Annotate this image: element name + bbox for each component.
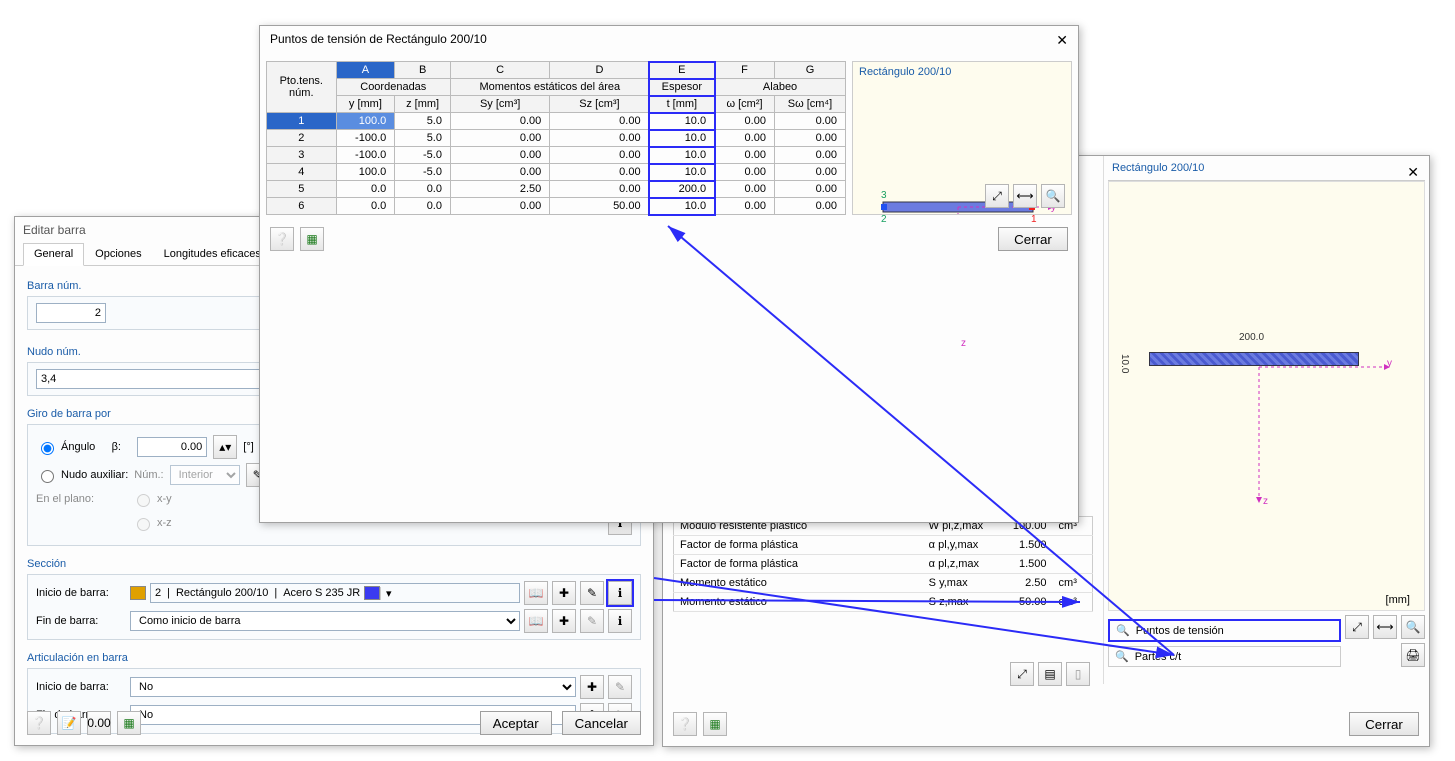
prop-row[interactable]: Momento estáticoS y,max2.50cm³	[674, 574, 1093, 593]
seccion-mat-color-icon	[364, 586, 380, 600]
beta-stepper[interactable]: ▴▾	[213, 435, 237, 459]
excel-icon[interactable]: ▦	[117, 711, 141, 735]
partes-ct-button[interactable]: 🔍 Partes c/t	[1108, 646, 1341, 667]
radio-xy: x-y	[132, 491, 172, 507]
cancelar-button[interactable]: Cancelar	[562, 711, 641, 735]
mm-label: [mm]	[1386, 594, 1410, 606]
help-icon-3[interactable]: ❔	[270, 227, 294, 251]
axes-icon[interactable]: ⤢	[1345, 615, 1369, 639]
prop-table: Módulo resistente plásticoW pl,z,max100.…	[673, 516, 1093, 612]
fin-barra-label: Fin de barra:	[36, 615, 126, 627]
grid-row[interactable]: 6 0.0 0.0 0.00 50.00 10.0 0.00 0.00	[267, 198, 846, 215]
artic-inicio-label: Inicio de barra:	[36, 681, 126, 693]
interior-select: Interior	[170, 465, 240, 485]
beta-input[interactable]	[137, 437, 207, 457]
artic-inicio-select[interactable]: No	[130, 677, 576, 697]
puntos-tension-dialog: Puntos de tensión de Rectángulo 200/10 ✕…	[259, 25, 1079, 523]
barra-num-input[interactable]	[36, 303, 106, 323]
artic-new-icon[interactable]: ✚	[580, 675, 604, 699]
new-section-icon[interactable]: ✚	[552, 581, 576, 605]
lib-icon[interactable]: 📖	[524, 581, 548, 605]
units-icon[interactable]: 0.00	[87, 711, 111, 735]
dim-icon-3[interactable]: ⟷	[1013, 184, 1037, 208]
radio-nudo-aux[interactable]: Nudo auxiliar:	[36, 467, 128, 483]
prop-row[interactable]: Factor de forma plásticaα pl,y,max1.500	[674, 536, 1093, 555]
zoom-icon[interactable]: 🔍	[1401, 615, 1425, 639]
tab-opciones[interactable]: Opciones	[84, 243, 152, 265]
grid-row[interactable]: 2 -100.0 5.0 0.00 0.00 10.0 0.00 0.00	[267, 130, 846, 147]
help-icon-2[interactable]: ❔	[673, 712, 697, 736]
edit-section-icon-2: ✎	[580, 609, 604, 633]
tab-general[interactable]: General	[23, 243, 84, 266]
chevron-down-icon[interactable]: ▾	[380, 587, 396, 600]
preview-title: Rectángulo 200/10	[1108, 156, 1425, 181]
radio-xz: x-z	[132, 515, 172, 531]
prop-row[interactable]: Factor de forma plásticaα pl,z,max1.500	[674, 555, 1093, 574]
puntos-tension-button[interactable]: 🔍 Puntos de tensión	[1108, 619, 1341, 642]
new-section-icon-2[interactable]: ✚	[552, 609, 576, 633]
radio-angulo[interactable]: Ángulo	[36, 439, 95, 455]
print-icon[interactable]: 🖨	[1401, 643, 1425, 667]
artic-title: Articulación en barra	[27, 648, 641, 668]
excel-icon-2[interactable]: ▦	[703, 712, 727, 736]
close-icon[interactable]: ✕	[1056, 32, 1068, 49]
plano-label: En el plano:	[36, 493, 126, 505]
hatch-icon[interactable]: ▤	[1038, 662, 1062, 686]
puntos-cerrar-button[interactable]: Cerrar	[998, 227, 1068, 251]
aceptar-button[interactable]: Aceptar	[480, 711, 552, 735]
info-preview-panel: Rectángulo 200/10 200.0 10.0 y z [mm] 🔍	[1103, 156, 1429, 684]
puntos-preview: Rectángulo 200/10 3 4 2 1 y z ⤢ ⟷ 🔍	[852, 61, 1072, 215]
unk-icon: ▯	[1066, 662, 1090, 686]
num-label: Núm.:	[134, 469, 163, 481]
excel-icon-3[interactable]: ▦	[300, 227, 324, 251]
help-icon[interactable]: ❔	[27, 711, 51, 735]
seccion-title: Sección	[27, 554, 641, 574]
axes-icon-2[interactable]: ⤢	[1010, 662, 1034, 686]
grid-row[interactable]: 3 -100.0 -5.0 0.00 0.00 10.0 0.00 0.00	[267, 147, 846, 164]
lib-icon-2[interactable]: 📖	[524, 609, 548, 633]
edit-section-icon[interactable]: ✎	[580, 581, 604, 605]
col-ptonum[interactable]: Pto.tens. núm.	[267, 62, 337, 113]
grid-row[interactable]: 1 100.0 5.0 0.00 0.00 10.0 0.00 0.00	[267, 113, 846, 130]
grid-row[interactable]: 4 100.0 -5.0 0.00 0.00 10.0 0.00 0.00	[267, 164, 846, 181]
preview-area: 200.0 10.0 y z [mm]	[1108, 181, 1425, 611]
inicio-barra-label: Inicio de barra:	[36, 587, 126, 599]
beta-label: β:	[101, 441, 131, 453]
dim-icon[interactable]: ⟷	[1373, 615, 1397, 639]
info-cerrar-button[interactable]: Cerrar	[1349, 712, 1419, 736]
prop-row[interactable]: Momento estáticoS z,max50.00cm³	[674, 593, 1093, 612]
tab-longitudes[interactable]: Longitudes eficaces	[153, 243, 272, 265]
lens-icon: 🔍	[1115, 650, 1129, 663]
puntos-grid[interactable]: Pto.tens. núm. A B C D E F G Coordenadas…	[266, 61, 846, 215]
seccion-color-icon	[130, 586, 146, 600]
seccion-start-combo[interactable]: 2 | Rectángulo 200/10 | Acero S 235 JR ▾	[150, 583, 520, 603]
axes-icon-3[interactable]: ⤢	[985, 184, 1009, 208]
section-shape	[1149, 352, 1359, 366]
zoom-icon-3[interactable]: 🔍	[1041, 184, 1065, 208]
seccion-end-select[interactable]: Como inicio de barra	[130, 611, 520, 631]
beta-unit: [°]	[243, 441, 254, 453]
seccion-end-info-icon[interactable]: ℹ	[608, 609, 632, 633]
artic-edit-icon: ✎	[608, 675, 632, 699]
puntos-title: Puntos de tensión de Rectángulo 200/10	[270, 32, 487, 49]
note-icon[interactable]: 📝	[57, 711, 81, 735]
grid-row[interactable]: 5 0.0 0.0 2.50 0.00 200.0 0.00 0.00	[267, 181, 846, 198]
seccion-info-button[interactable]: ℹ	[608, 581, 632, 605]
lens-icon: 🔍	[1116, 624, 1130, 637]
